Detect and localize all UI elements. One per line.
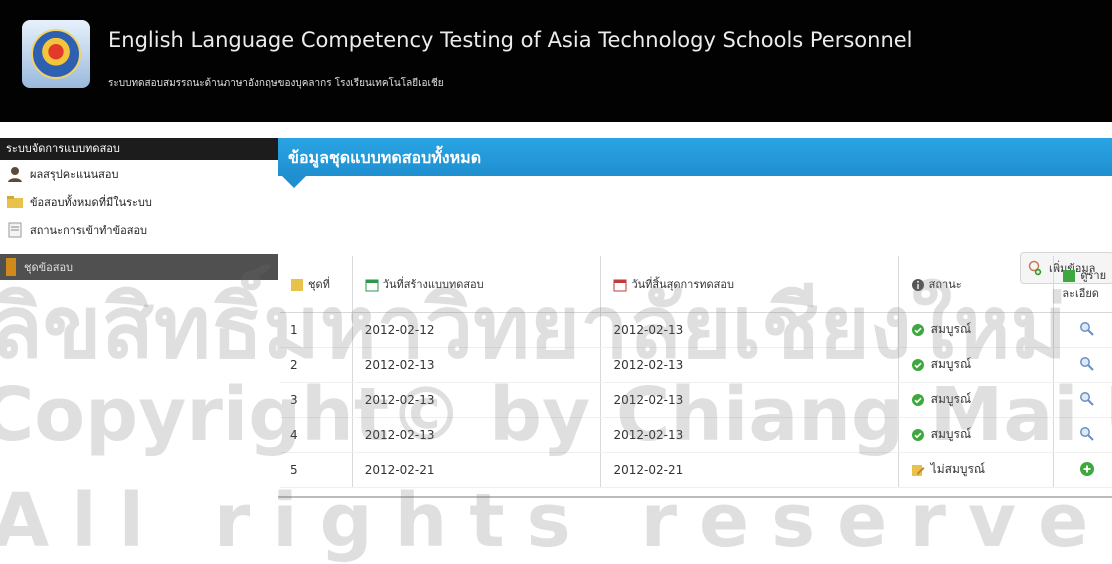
view-details-button[interactable] (1079, 356, 1095, 375)
app-subtitle: ระบบทดสอบสมรรถนะด้านภาษาอังกฤษของบุคลากร… (108, 78, 444, 89)
cell-created-date: 2012-02-12 (352, 312, 602, 348)
user-icon (8, 167, 22, 182)
folder-icon (7, 196, 23, 208)
sidebar-item-label: สถานะการเข้าทำข้อสอบ (30, 224, 148, 237)
calendar-end-icon (613, 279, 627, 292)
calendar-icon (365, 279, 379, 292)
app-title: English Language Competency Testing of A… (108, 28, 913, 52)
number-icon (291, 279, 303, 291)
view-details-button[interactable] (1079, 391, 1095, 410)
view-details-button[interactable] (1079, 426, 1095, 445)
magnifier-icon (1079, 356, 1094, 371)
cell-set-no: 5 (280, 452, 353, 488)
sidebar-header: ระบบจัดการแบบทดสอบ (0, 138, 278, 160)
sidebar-item-all-questions[interactable]: ข้อสอบทั้งหมดที่มีในระบบ (0, 188, 278, 216)
add-circle-icon (1079, 461, 1094, 476)
cell-set-no: 4 (280, 417, 353, 453)
exam-sets-table: ชุดที่ วันที่สร้างแบบทดสอบ วันที่สิ้นสุด… (280, 256, 1112, 488)
cell-status: ไม่สมบูรณ์ (898, 452, 1055, 488)
cell-created-date: 2012-02-21 (352, 452, 602, 488)
cell-status: สมบูรณ์ (898, 347, 1055, 383)
table-bottom-border (278, 496, 1112, 498)
table-row: 5 2012-02-21 2012-02-21 ไม่สมบูรณ์ (280, 452, 1112, 488)
view-details-button[interactable] (1079, 321, 1095, 340)
cell-created-date: 2012-02-13 (352, 417, 602, 453)
check-icon (911, 393, 924, 406)
sidebar-item-exam-status[interactable]: สถานะการเข้าทำข้อสอบ (0, 216, 278, 244)
cell-status: สมบูรณ์ (898, 312, 1055, 348)
cell-end-date: 2012-02-13 (600, 382, 899, 418)
cell-set-no: 3 (280, 382, 353, 418)
column-header-end-date: วันที่สิ้นสุดการทดสอบ (600, 256, 899, 313)
table-row: 1 2012-02-12 2012-02-13 สมบูรณ์ (280, 312, 1112, 348)
column-header-status: สถานะ (898, 256, 1055, 313)
pencil-icon (911, 464, 925, 476)
cell-end-date: 2012-02-13 (600, 312, 899, 348)
cell-end-date: 2012-02-13 (600, 347, 899, 383)
column-header-set-no: ชุดที่ (280, 256, 353, 313)
sidebar-item-label: ข้อสอบทั้งหมดที่มีในระบบ (30, 196, 152, 209)
magnifier-icon (1079, 321, 1094, 336)
sidebar-item-scores[interactable]: ผลสรุปคะแนนสอบ (0, 160, 278, 188)
column-header-created-date: วันที่สร้างแบบทดสอบ (352, 256, 602, 313)
cell-action[interactable] (1053, 382, 1112, 418)
table-row: 3 2012-02-13 2012-02-13 สมบูรณ์ (280, 382, 1112, 418)
status-label: สมบูรณ์ (930, 427, 972, 442)
table-row: 4 2012-02-13 2012-02-13 สมบูรณ์ (280, 417, 1112, 453)
status-label: สมบูรณ์ (930, 392, 972, 407)
cell-action[interactable] (1053, 452, 1112, 488)
cell-created-date: 2012-02-13 (352, 347, 602, 383)
sidebar: ระบบจัดการแบบทดสอบ ผลสรุปคะแนนสอบ ข้อสอบ… (0, 138, 278, 534)
sidebar-item-label: ชุดข้อสอบ (24, 261, 74, 274)
cell-set-no: 1 (280, 312, 353, 348)
tab-notch-icon (282, 176, 306, 188)
table-header-row: ชุดที่ วันที่สร้างแบบทดสอบ วันที่สิ้นสุด… (280, 256, 1112, 313)
cell-created-date: 2012-02-13 (352, 382, 602, 418)
status-label: สมบูรณ์ (930, 357, 972, 372)
magnifier-icon (1079, 391, 1094, 406)
cell-action[interactable] (1053, 312, 1112, 348)
status-label: ไม่สมบูรณ์ (930, 462, 986, 477)
sidebar-item-exam-sets[interactable]: ชุดข้อสอบ (0, 254, 278, 280)
section-header: ข้อมูลชุดแบบทดสอบทั้งหมด (278, 138, 1112, 188)
book-icon (6, 258, 16, 276)
cell-action[interactable] (1053, 417, 1112, 453)
check-icon (911, 428, 924, 441)
table-row: 2 2012-02-13 2012-02-13 สมบูรณ์ (280, 347, 1112, 383)
cell-end-date: 2012-02-21 (600, 452, 899, 488)
add-details-button[interactable] (1079, 461, 1095, 480)
status-label: สมบูรณ์ (930, 322, 972, 337)
info-icon (911, 279, 924, 291)
cell-end-date: 2012-02-13 (600, 417, 899, 453)
cell-set-no: 2 (280, 347, 353, 383)
sidebar-item-label: ผลสรุปคะแนนสอบ (30, 168, 119, 181)
check-icon (911, 358, 924, 371)
column-header-details: ดูรายละเอียด (1053, 256, 1112, 313)
cell-status: สมบูรณ์ (898, 417, 1055, 453)
page-title: ข้อมูลชุดแบบทดสอบทั้งหมด (288, 148, 482, 167)
cell-status: สมบูรณ์ (898, 382, 1055, 418)
magnifier-icon (1079, 426, 1094, 441)
cell-action[interactable] (1053, 347, 1112, 383)
school-logo (22, 20, 90, 88)
details-icon (1063, 270, 1076, 282)
check-icon (911, 323, 924, 336)
document-icon (8, 222, 22, 238)
app-header: English Language Competency Testing of A… (0, 0, 1112, 122)
